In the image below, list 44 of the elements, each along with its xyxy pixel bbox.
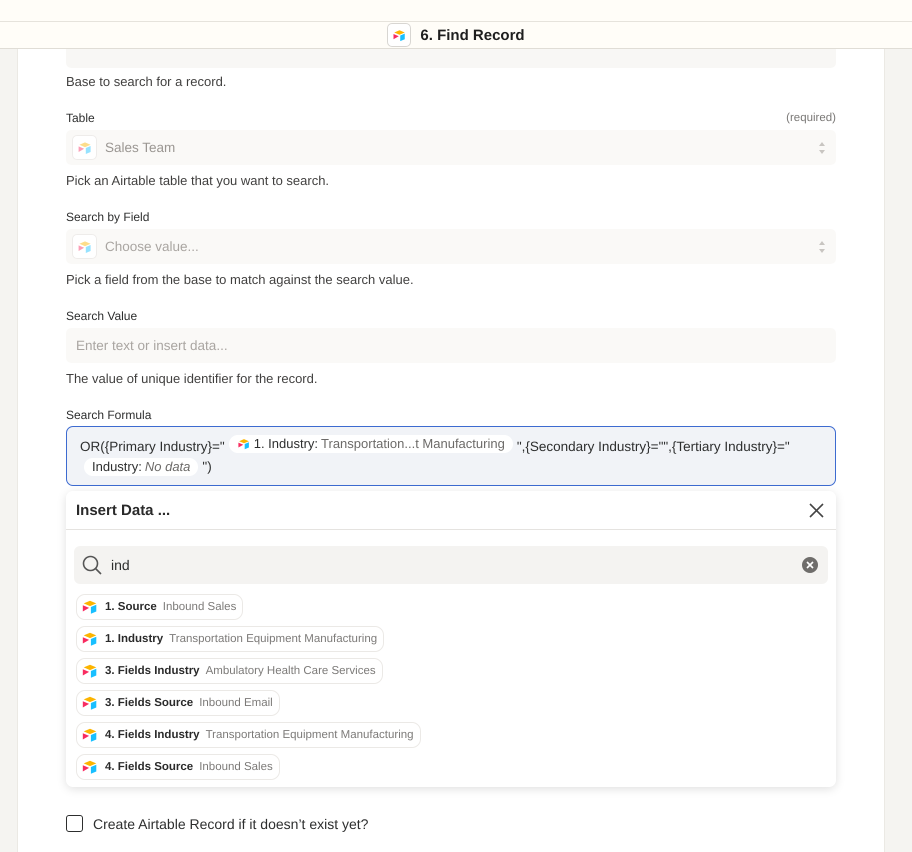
data-result-item[interactable]: 4. Fields Industry Transportation Equipment Manufacturing: [76, 722, 421, 748]
app-icon: [81, 758, 99, 776]
app-icon: [76, 238, 92, 254]
required-note: (required): [786, 111, 836, 126]
search-icon: [82, 555, 102, 575]
app-icon: [81, 726, 99, 744]
field-hint: The value of unique identifier for the record.: [66, 370, 318, 388]
app-icon: [392, 28, 407, 42]
checkbox[interactable]: [66, 815, 83, 832]
data-result-item[interactable]: 4. Fields Source Inbound Sales: [76, 754, 280, 780]
close-icon: [809, 502, 824, 518]
app-icon: [81, 694, 99, 712]
sort-icon: [818, 240, 826, 254]
data-pill[interactable]: Industry: No data: [84, 458, 198, 476]
close-button[interactable]: [807, 500, 826, 520]
app-icon: [81, 598, 99, 616]
data-result-item[interactable]: 3. Fields Industry Ambulatory Health Care Services: [76, 658, 383, 684]
formula-text: "): [202, 459, 212, 474]
panel-title: Insert Data ...: [76, 502, 170, 518]
data-result-item[interactable]: 1. Source Inbound Sales: [76, 594, 244, 620]
app-icon: [236, 437, 251, 451]
app-icon: [81, 662, 99, 680]
data-result-item[interactable]: 3. Fields Source Inbound Email: [76, 690, 280, 716]
step-title: 6. Find Record: [420, 26, 525, 44]
app-icon: [81, 630, 99, 648]
field-label: Search Value: [66, 308, 138, 324]
field-label: Search by Field: [66, 209, 150, 225]
formula-text: ",{Secondary Industry}="",{Tertiary Industry}=": [516, 439, 790, 454]
app-icon: [76, 140, 92, 156]
data-pill[interactable]: 1. Industry: Transportation...t Manufacturing: [228, 435, 513, 453]
clear-icon: [802, 557, 818, 573]
field-label: Search Formula: [66, 407, 152, 423]
search-field[interactable]: ind: [74, 546, 828, 584]
formula-field[interactable]: OR({Primary Industry}=" 1. Industry: Transportation...t Manufacturing ",{Secondary Industry}="",{Tertiary Industry}=" Industry: No data "): [66, 426, 836, 486]
field-label: Table: [66, 110, 95, 126]
select-field[interactable]: [66, 49, 836, 68]
sort-icon: [818, 140, 826, 154]
data-result-item[interactable]: 1. Industry Transportation Equipment Manufacturing: [76, 626, 384, 652]
clear-button[interactable]: [802, 557, 818, 573]
formula-text: OR({Primary Industry}=": [80, 439, 225, 454]
checkbox-label: Create Airtable Record if it doesn’t exist yet?: [93, 816, 368, 832]
field-hint: Pick a field from the base to match against the search value.: [66, 271, 415, 289]
field-hint: Base to search for a record.: [66, 73, 228, 91]
field-hint: Pick an Airtable table that you want to search.: [66, 172, 330, 190]
